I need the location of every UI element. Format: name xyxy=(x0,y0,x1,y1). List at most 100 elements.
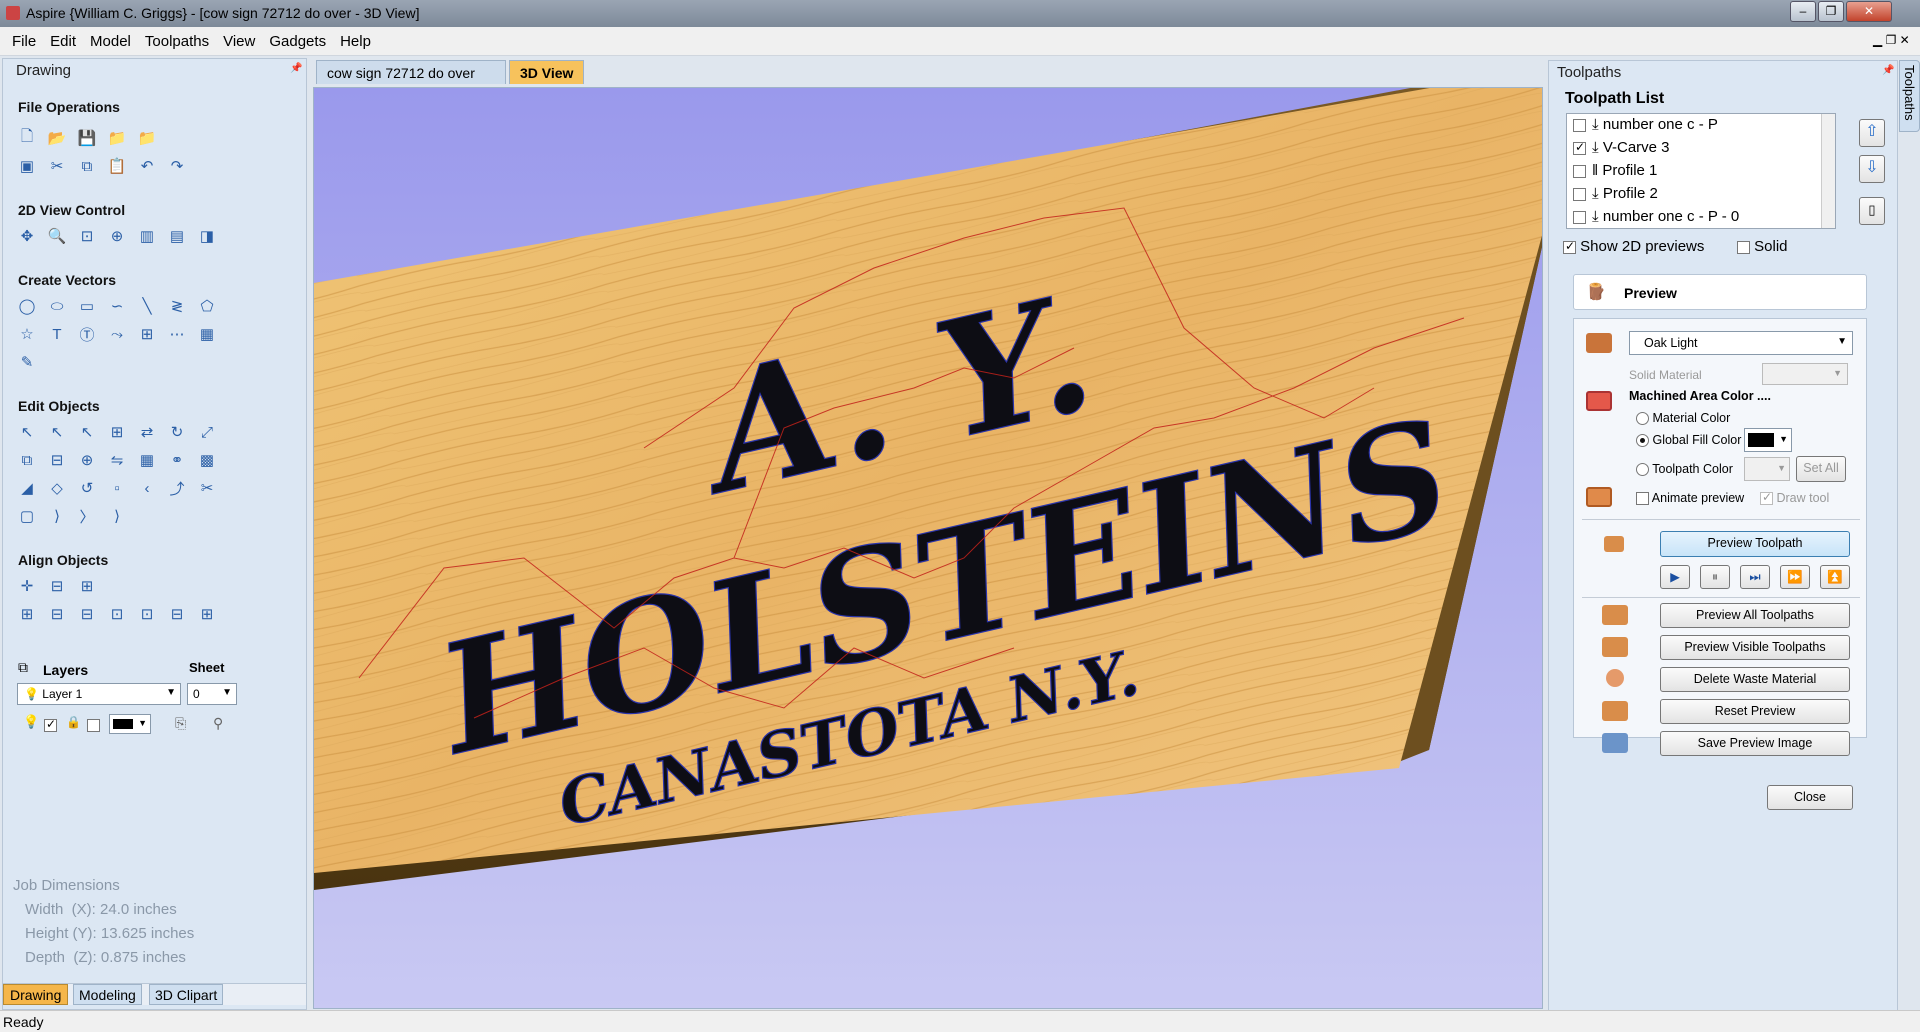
menu-view[interactable]: View xyxy=(216,27,262,50)
copy-icon[interactable]: ⧉ xyxy=(76,155,98,177)
show-2d-previews-option[interactable]: Show 2D previews xyxy=(1563,238,1704,255)
star-icon[interactable]: ☆ xyxy=(16,323,38,345)
preview-toolpath-button[interactable]: Preview Toolpath xyxy=(1660,531,1850,557)
undo-icon[interactable]: ↶ xyxy=(136,155,158,177)
solid-option[interactable]: Solid xyxy=(1737,238,1788,255)
bounding-box-icon[interactable]: ▢ xyxy=(16,505,38,527)
drill-icon[interactable]: ⟩ xyxy=(106,505,128,527)
toolpath-checkbox[interactable] xyxy=(1573,210,1586,224)
trim-icon[interactable]: ◇ xyxy=(46,477,68,499)
distribute-v-icon[interactable]: ⊞ xyxy=(196,603,218,625)
toolpaths-side-tab[interactable]: Toolpaths xyxy=(1899,60,1920,132)
menu-gadgets[interactable]: Gadgets xyxy=(262,27,333,50)
align-left-icon[interactable]: ⊞ xyxy=(16,603,38,625)
offset-icon[interactable]: ▦ xyxy=(136,449,158,471)
toolpath-item-1[interactable]: ⤓ number one c - P xyxy=(1573,116,1718,138)
array-icon[interactable]: ▦ xyxy=(196,323,218,345)
step-button[interactable]: ⏭ xyxy=(1740,565,1770,589)
close-button[interactable]: Close xyxy=(1767,785,1853,810)
draw-tool-checkbox[interactable] xyxy=(1760,490,1773,506)
play-button[interactable]: ▶ xyxy=(1660,565,1690,589)
transform-icon[interactable]: ↖ xyxy=(76,421,98,443)
global-fill-color-picker[interactable]: ▼ xyxy=(1744,428,1792,452)
align-move-icon[interactable]: ⇄ xyxy=(136,421,158,443)
dimension-icon[interactable]: ⊞ xyxy=(136,323,158,345)
open-file-icon[interactable]: 📂 xyxy=(46,127,68,149)
redo-icon[interactable]: ↷ xyxy=(166,155,188,177)
toolpath-color-radio[interactable] xyxy=(1636,463,1649,477)
toolpath-list[interactable]: ⤓ number one c - P ⤓ V-Carve 3 ‖ Profile… xyxy=(1566,113,1836,229)
3d-view-canvas[interactable]: A. Y. HOLSTEINS CANASTOTA N.Y. xyxy=(313,87,1543,1009)
toolpath-checkbox[interactable] xyxy=(1573,164,1586,178)
pin-icon[interactable]: 📌 xyxy=(1882,65,1894,76)
sheet-select[interactable]: 0 ▼ xyxy=(187,683,237,705)
nest-icon[interactable]: ▩ xyxy=(196,449,218,471)
scale-icon[interactable]: ⤢ xyxy=(196,421,218,443)
curve-icon[interactable]: ∽ xyxy=(106,295,128,317)
reset-preview-button[interactable]: Reset Preview xyxy=(1660,699,1850,724)
rotate-icon[interactable]: ↻ xyxy=(166,421,188,443)
preview-visible-toolpaths-button[interactable]: Preview Visible Toolpaths xyxy=(1660,635,1850,660)
lock-icon[interactable]: 🔒 xyxy=(66,715,81,729)
bitmap-trace-icon[interactable]: ⋯ xyxy=(166,323,188,345)
preview-all-toolpaths-button[interactable]: Preview All Toolpaths xyxy=(1660,603,1850,628)
move-up-button[interactable]: ⇧ xyxy=(1859,119,1885,147)
mdi-window-controls[interactable]: ▁ ❐ ✕ xyxy=(1873,33,1910,47)
center-page-icon[interactable]: ✛ xyxy=(16,575,38,597)
save-preview-image-button[interactable]: Save Preview Image xyxy=(1660,731,1850,756)
layer-color-picker[interactable]: ▼ xyxy=(109,714,151,734)
zoom-box-icon[interactable]: ⊕ xyxy=(106,225,128,247)
solid-checkbox[interactable] xyxy=(1737,240,1750,254)
center-objects-icon[interactable]: ⊟ xyxy=(46,575,68,597)
layer-visible-checkbox[interactable] xyxy=(44,717,57,733)
toolpath-checkbox[interactable] xyxy=(1573,118,1586,132)
layer-properties-icon[interactable]: ⎘ xyxy=(175,715,186,732)
smooth-icon[interactable]: ‹ xyxy=(136,477,158,499)
align-top-icon[interactable]: ⊡ xyxy=(106,603,128,625)
menu-model[interactable]: Model xyxy=(83,27,138,50)
circle-icon[interactable]: ◯ xyxy=(16,295,38,317)
select-icon[interactable]: ↖ xyxy=(16,421,38,443)
minimize-button[interactable]: – xyxy=(1790,1,1816,22)
align-hcenter-icon[interactable]: ⊟ xyxy=(46,603,68,625)
line-icon[interactable]: ╲ xyxy=(136,295,158,317)
toolpath-item-4[interactable]: ⤓ Profile 2 xyxy=(1573,185,1658,207)
toolpath-color-picker[interactable]: ▼ xyxy=(1744,457,1790,481)
text-icon[interactable]: T xyxy=(46,323,68,345)
view-toggle-icon[interactable]: ◨ xyxy=(196,225,218,247)
toolpath-item-5[interactable]: ⤓ number one c - P - 0 xyxy=(1573,208,1739,228)
set-all-button[interactable]: Set All xyxy=(1796,456,1846,482)
global-fill-option[interactable]: Global Fill Color xyxy=(1636,433,1741,448)
move-down-button[interactable]: ⇩ xyxy=(1859,155,1885,183)
zoom-icon[interactable]: 🔍 xyxy=(46,225,68,247)
curve-fit-icon[interactable]: ⤴ xyxy=(166,477,188,499)
draw-tool-option[interactable]: Draw tool xyxy=(1760,490,1829,506)
toolpath-color-option[interactable]: Toolpath Color xyxy=(1636,462,1733,477)
toolpath-item-2[interactable]: ⤓ V-Carve 3 xyxy=(1573,139,1670,161)
skip-to-end-button[interactable]: ⏫ xyxy=(1820,565,1850,589)
split-horizontal-icon[interactable]: ▤ xyxy=(166,225,188,247)
new-file-icon[interactable]: 🗋 xyxy=(16,127,38,149)
global-fill-radio[interactable] xyxy=(1636,434,1649,448)
3d-scene[interactable]: A. Y. HOLSTEINS CANASTOTA N.Y. xyxy=(314,88,1543,1009)
split-view-icon[interactable]: ▥ xyxy=(136,225,158,247)
material-color-option[interactable]: Material Color xyxy=(1636,411,1730,426)
close-vector-icon[interactable]: ▫ xyxy=(106,477,128,499)
text-box-icon[interactable]: Ⓣ xyxy=(76,323,98,345)
draw-tool-icon[interactable]: ✎ xyxy=(16,351,38,373)
align-bottom-icon[interactable]: ⊡ xyxy=(136,603,158,625)
maximize-button[interactable]: ❐ xyxy=(1818,1,1844,22)
ellipse-icon[interactable]: ⬭ xyxy=(46,295,68,317)
chevron-icon[interactable]: 〉 xyxy=(76,505,98,527)
solid-material-select[interactable]: ▼ xyxy=(1762,363,1848,385)
delete-waste-material-button[interactable]: Delete Waste Material xyxy=(1660,667,1850,692)
group-icon[interactable]: ⧉ xyxy=(16,449,38,471)
menu-file[interactable]: File xyxy=(5,27,43,50)
fast-forward-button[interactable]: ⏩ xyxy=(1780,565,1810,589)
material-color-radio[interactable] xyxy=(1636,412,1649,426)
tab-2d-drawing[interactable]: cow sign 72712 do over xyxy=(316,60,506,84)
show-2d-checkbox[interactable] xyxy=(1563,239,1576,254)
pause-button[interactable]: ⏸ xyxy=(1700,565,1730,589)
node-edit-icon[interactable]: ↖ xyxy=(46,421,68,443)
save-icon[interactable]: 💾 xyxy=(76,127,98,149)
